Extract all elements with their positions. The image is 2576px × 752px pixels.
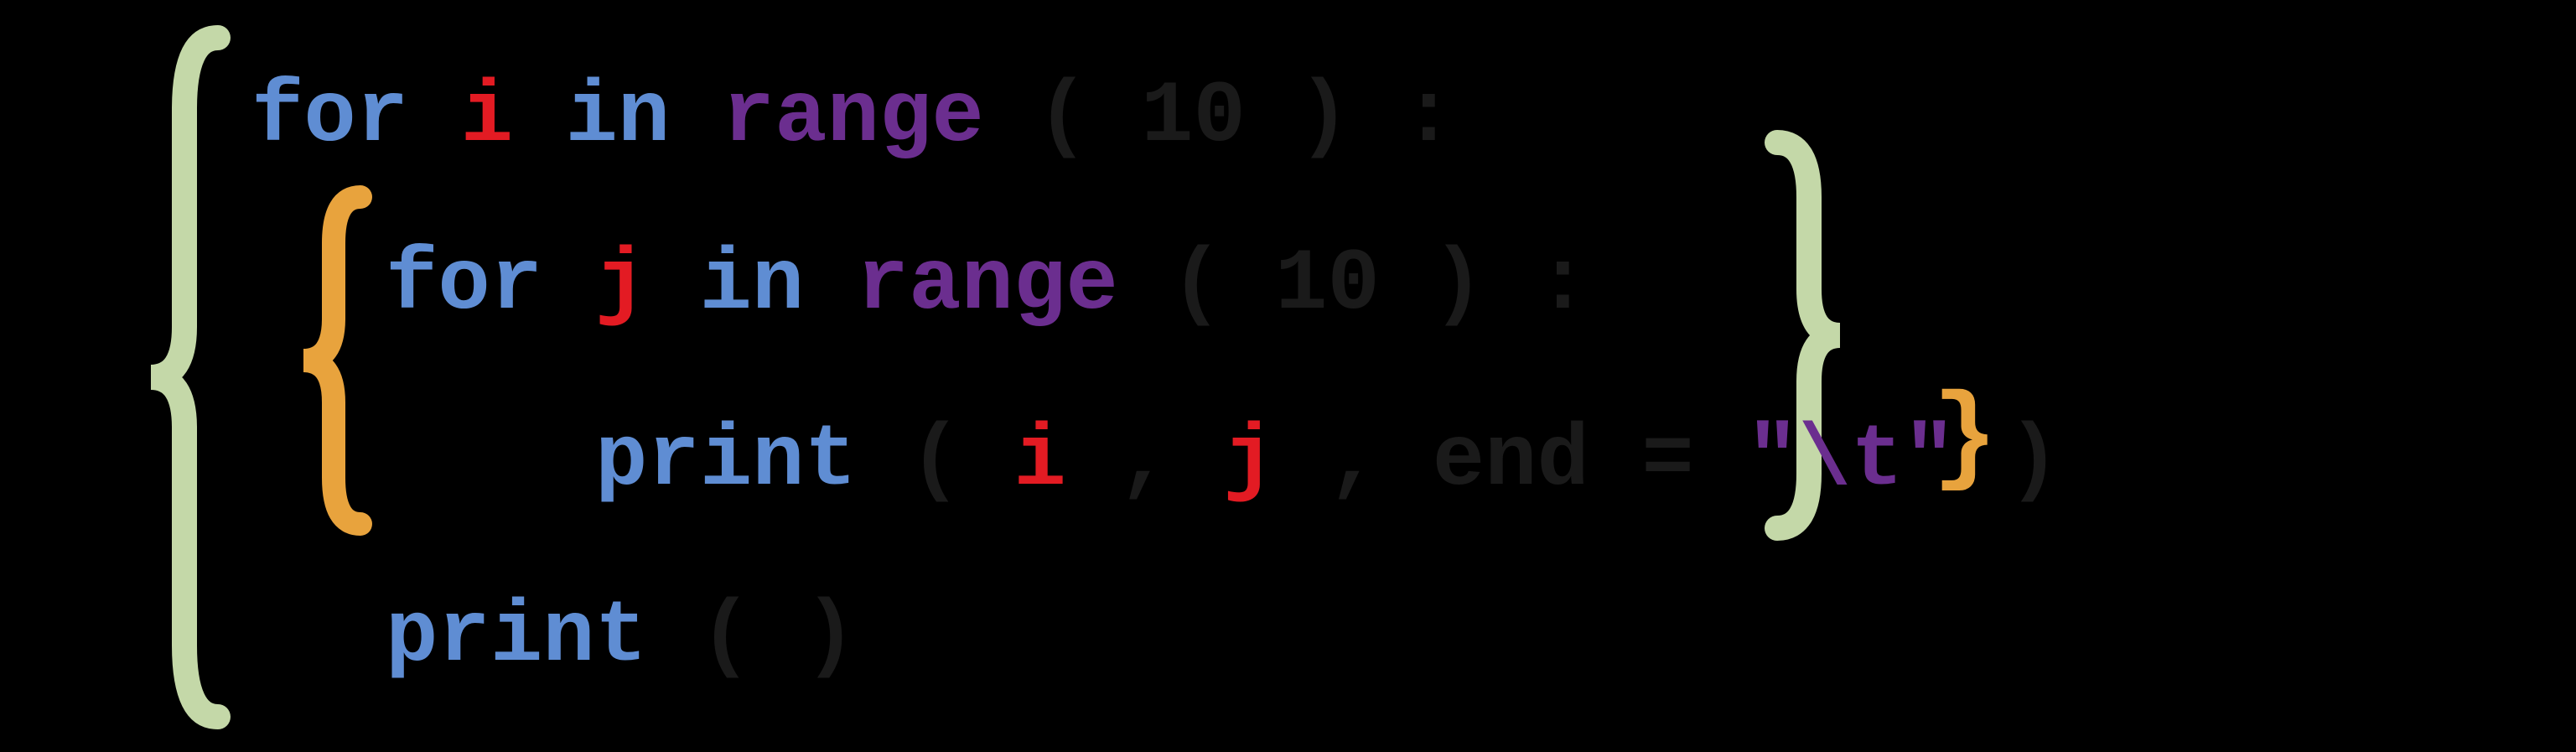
function-print: print xyxy=(386,588,647,687)
comma: , xyxy=(1118,412,1170,511)
comma: , xyxy=(1328,412,1380,511)
variable-i: i xyxy=(461,68,513,167)
function-range: range xyxy=(857,236,1118,335)
kwarg-end: end xyxy=(1433,412,1589,511)
code-line-2: for j in range ( 10 ) : xyxy=(386,201,1589,369)
colon: : xyxy=(1402,68,1454,167)
keyword-for: for xyxy=(251,68,408,167)
paren-open: ( xyxy=(1036,68,1088,167)
function-print: print xyxy=(595,412,857,511)
keyword-in: in xyxy=(566,68,671,167)
function-range: range xyxy=(723,68,984,167)
colon: : xyxy=(1537,236,1589,335)
keyword-for: for xyxy=(386,236,542,335)
paren-open: ( xyxy=(909,412,961,511)
code-line-3: print ( i , j , end = "\t" ) } xyxy=(595,377,2060,545)
keyword-in: in xyxy=(700,236,805,335)
inner-brace-right: } xyxy=(1932,356,1998,524)
code-line-1: for i in range ( 10 ) : xyxy=(251,34,1455,201)
paren-open: ( xyxy=(1170,236,1222,335)
paren-close: ) xyxy=(2008,412,2060,511)
inner-brace-left xyxy=(293,184,377,537)
number-literal: 10 xyxy=(1141,68,1246,167)
paren-close: ) xyxy=(1432,236,1484,335)
paren-open: ( xyxy=(699,588,751,687)
paren-close: ) xyxy=(804,588,856,687)
variable-j: j xyxy=(1223,412,1275,511)
code-line-4: print ( ) xyxy=(386,553,857,721)
variable-j: j xyxy=(595,236,647,335)
equals: = xyxy=(1641,412,1693,511)
paren-close: ) xyxy=(1298,68,1350,167)
variable-i: i xyxy=(1013,412,1065,511)
number-literal: 10 xyxy=(1275,236,1380,335)
string-literal: "\t" xyxy=(1746,412,1956,511)
outer-brace-left xyxy=(138,25,239,729)
